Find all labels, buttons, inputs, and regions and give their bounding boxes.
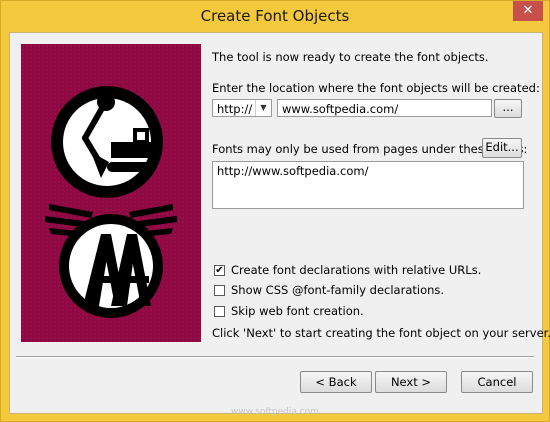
intro-text: The tool is now ready to create the font… [212, 50, 489, 64]
font-logo-icon [21, 44, 201, 342]
next-button[interactable]: Next > [375, 371, 447, 393]
watermark: www.softpedia.com [231, 407, 319, 417]
browse-button[interactable]: ... [494, 99, 522, 118]
close-icon: ✕ [522, 3, 534, 18]
skip-web-font-checkbox[interactable] [214, 306, 225, 317]
relative-urls-label[interactable]: Create font declarations with relative U… [231, 263, 481, 277]
window-title: Create Font Objects [200, 7, 350, 25]
skip-web-font-label[interactable]: Skip web font creation. [231, 304, 364, 318]
hint-text: Click 'Next' to start creating the font … [212, 326, 550, 340]
show-css-label[interactable]: Show CSS @font-family declarations. [231, 283, 444, 297]
relative-urls-checkbox[interactable]: ✔ [214, 265, 225, 276]
chevron-down-icon[interactable]: ▼ [255, 100, 271, 116]
edit-roots-button[interactable]: Edit... [482, 138, 522, 158]
roots-label: Fonts may only be used from pages under … [212, 142, 528, 156]
show-css-checkbox[interactable] [214, 285, 225, 296]
protocol-value: http:// [217, 102, 253, 116]
location-url-input[interactable]: www.softpedia.com/ [277, 99, 492, 117]
close-button[interactable]: ✕ [513, 1, 543, 21]
dialog-body: The tool is now ready to create the font… [9, 32, 550, 414]
location-label: Enter the location where the font object… [212, 81, 540, 95]
roots-list[interactable]: http://www.softpedia.com/ [212, 161, 524, 209]
wizard-artwork [21, 44, 201, 342]
location-url-value: www.softpedia.com/ [282, 102, 399, 116]
dialog-window: Create Font Objects ✕ The tool is now re… [0, 0, 550, 422]
protocol-select[interactable]: http:// ▼ [212, 99, 272, 117]
back-button[interactable]: < Back [300, 371, 372, 393]
title-bar[interactable]: Create Font Objects ✕ [1, 1, 549, 31]
list-item[interactable]: http://www.softpedia.com/ [217, 164, 368, 178]
cancel-button[interactable]: Cancel [461, 371, 533, 393]
divider [16, 356, 534, 358]
